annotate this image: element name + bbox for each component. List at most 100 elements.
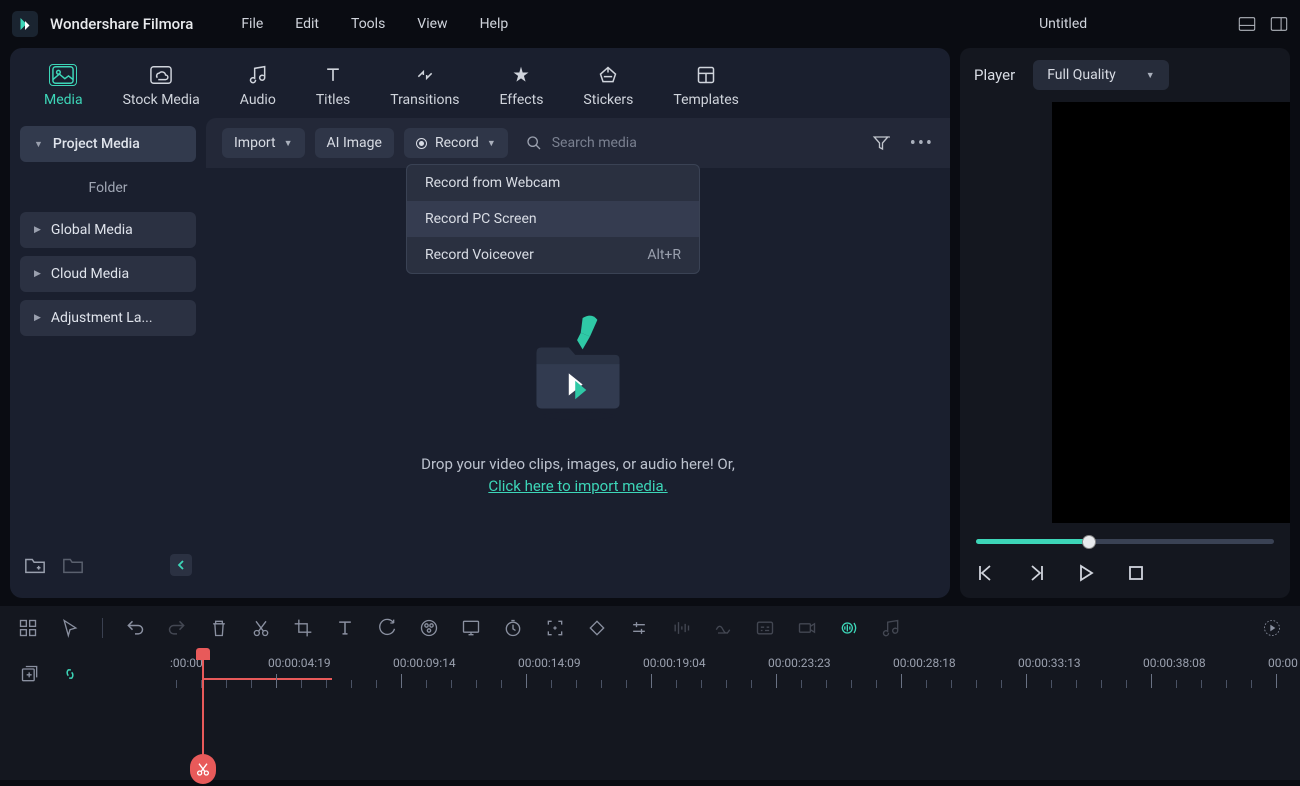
collapse-sidebar-button[interactable] <box>170 554 192 576</box>
templates-icon <box>692 64 720 86</box>
redo-icon[interactable] <box>167 618 187 638</box>
delete-icon[interactable] <box>209 618 229 638</box>
timer-icon[interactable] <box>503 618 523 638</box>
apps-icon[interactable] <box>18 618 38 638</box>
app-logo-icon <box>12 11 38 37</box>
quality-dropdown[interactable]: Full Quality ▼ <box>1033 60 1169 90</box>
menu-edit[interactable]: Edit <box>295 16 319 32</box>
stop-button[interactable] <box>1126 564 1146 582</box>
new-folder-icon[interactable] <box>24 555 46 575</box>
sidebar-project-media[interactable]: ▼ Project Media <box>20 126 196 162</box>
render-icon[interactable] <box>1262 618 1282 638</box>
keyframe-icon[interactable] <box>587 618 607 638</box>
cursor-icon[interactable] <box>60 618 80 638</box>
slider-thumb[interactable] <box>1082 535 1096 549</box>
folder-icon[interactable] <box>62 555 84 575</box>
preview-panel: Player Full Quality ▼ <box>960 48 1290 598</box>
tab-stock-media[interactable]: Stock Media <box>107 58 216 114</box>
voice-enhance-icon[interactable] <box>839 618 859 638</box>
import-media-link[interactable]: Click here to import media. <box>488 477 667 495</box>
media-icon <box>49 64 77 86</box>
sidebar-adjustment-layer[interactable]: ▶ Adjustment La... <box>20 300 196 336</box>
sidebar-folder-label: Folder <box>20 170 196 206</box>
media-sidebar: ▼ Project Media Folder ▶ Global Media ▶ … <box>10 118 206 598</box>
panel-icon[interactable] <box>1270 17 1288 31</box>
crop-icon[interactable] <box>293 618 313 638</box>
record-tl-icon[interactable] <box>797 618 817 638</box>
import-button[interactable]: Import ▼ <box>222 128 305 158</box>
category-tabs: Media Stock Media Audio Titles Transitio… <box>10 48 950 118</box>
chevron-down-icon: ▼ <box>1146 70 1155 81</box>
chevron-down-icon: ▼ <box>487 138 496 149</box>
player-label: Player <box>974 66 1015 84</box>
video-preview[interactable] <box>1052 102 1290 523</box>
caret-down-icon: ▼ <box>34 139 43 150</box>
text-icon[interactable] <box>335 618 355 638</box>
app-title: Wondershare Filmora <box>50 15 193 33</box>
audio-duck-icon[interactable] <box>713 618 733 638</box>
transitions-icon <box>411 64 439 86</box>
search-icon <box>526 135 542 151</box>
timeline-ruler[interactable]: :00:00 00:00:04:1900:00:09:1400:00:14:09… <box>170 650 1300 690</box>
menu-view[interactable]: View <box>417 16 447 32</box>
subtitle-icon[interactable] <box>755 618 775 638</box>
record-screen-item[interactable]: Record PC Screen <box>407 201 699 237</box>
scissor-icon[interactable] <box>190 754 216 784</box>
document-title: Untitled <box>1039 16 1087 32</box>
record-voiceover-item[interactable]: Record Voiceover Alt+R <box>407 237 699 273</box>
titles-icon <box>319 64 347 86</box>
undo-icon[interactable] <box>125 618 145 638</box>
prev-frame-button[interactable] <box>976 564 996 582</box>
media-content-area: Import ▼ AI Image Record ▼ <box>206 118 950 598</box>
tab-transitions[interactable]: Transitions <box>374 58 475 114</box>
menu-tools[interactable]: Tools <box>351 16 385 32</box>
color-icon[interactable] <box>419 618 439 638</box>
equalizer-icon[interactable] <box>671 618 691 638</box>
record-webcam-item[interactable]: Record from Webcam <box>407 165 699 201</box>
menu-file[interactable]: File <box>241 16 263 32</box>
adjust-icon[interactable] <box>629 618 649 638</box>
timeline[interactable]: :00:00 00:00:04:1900:00:09:1400:00:14:09… <box>0 650 1300 780</box>
play-button[interactable] <box>1076 564 1096 582</box>
dropzone-text: Drop your video clips, images, or audio … <box>421 455 735 473</box>
link-icon[interactable] <box>60 664 80 684</box>
search-input[interactable] <box>552 135 752 151</box>
effects-icon <box>507 64 535 86</box>
media-panel: Media Stock Media Audio Titles Transitio… <box>10 48 950 598</box>
timeline-track-controls <box>0 650 170 780</box>
menu-help[interactable]: Help <box>480 16 509 32</box>
tab-stickers[interactable]: Stickers <box>567 58 649 114</box>
caret-right-icon: ▶ <box>34 269 41 279</box>
tab-templates[interactable]: Templates <box>657 58 755 114</box>
layout-icon[interactable] <box>1238 17 1256 31</box>
add-track-icon[interactable] <box>20 664 40 684</box>
sidebar-cloud-media[interactable]: ▶ Cloud Media <box>20 256 196 292</box>
speed-back-icon[interactable] <box>377 618 397 638</box>
caret-right-icon: ▶ <box>34 313 41 323</box>
stickers-icon <box>594 64 622 86</box>
record-dropdown: Record from Webcam Record PC Screen Reco… <box>406 164 700 274</box>
chevron-down-icon: ▼ <box>284 138 293 149</box>
caret-right-icon: ▶ <box>34 225 41 235</box>
music-tl-icon[interactable] <box>881 618 901 638</box>
ai-image-button[interactable]: AI Image <box>315 128 394 158</box>
media-toolbar: Import ▼ AI Image Record ▼ <box>206 118 950 168</box>
tab-media[interactable]: Media <box>28 58 99 114</box>
menu-bar: File Edit Tools View Help <box>241 16 508 32</box>
record-button[interactable]: Record ▼ <box>404 128 508 158</box>
tab-audio[interactable]: Audio <box>224 58 292 114</box>
import-illustration-icon <box>518 311 638 421</box>
screen-icon[interactable] <box>461 618 481 638</box>
more-icon[interactable]: ••• <box>910 133 934 154</box>
tab-effects[interactable]: Effects <box>483 58 559 114</box>
playhead-handle[interactable] <box>196 648 210 660</box>
record-icon <box>416 138 427 149</box>
next-frame-button[interactable] <box>1026 564 1046 582</box>
playhead[interactable] <box>202 650 204 780</box>
sidebar-global-media[interactable]: ▶ Global Media <box>20 212 196 248</box>
cut-icon[interactable] <box>251 618 271 638</box>
filter-icon[interactable] <box>872 134 890 152</box>
playback-slider[interactable] <box>976 539 1274 544</box>
tab-titles[interactable]: Titles <box>300 58 366 114</box>
focus-icon[interactable] <box>545 618 565 638</box>
